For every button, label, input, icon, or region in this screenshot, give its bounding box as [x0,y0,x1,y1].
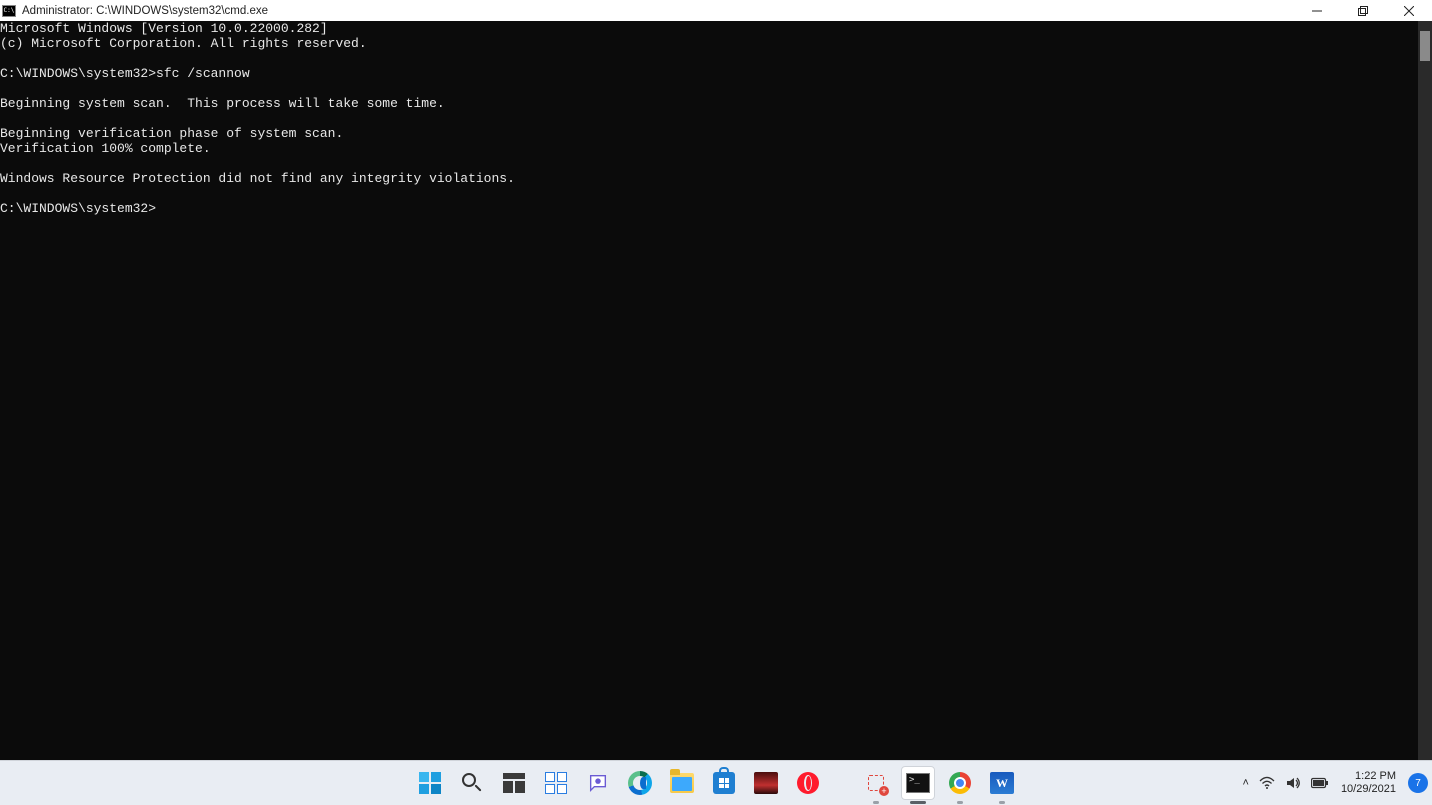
terminal-output[interactable]: Microsoft Windows [Version 10.0.22000.28… [0,21,1418,760]
microsoft-store-icon [713,772,735,794]
scrollbar-thumb[interactable] [1420,31,1430,61]
maximize-button[interactable] [1340,0,1386,21]
minimize-button[interactable] [1294,0,1340,21]
search-icon [461,772,483,794]
edge-icon [628,771,652,795]
widgets-icon [545,772,567,794]
terminal-area: Microsoft Windows [Version 10.0.22000.28… [0,21,1432,760]
chat-button[interactable] [581,766,615,800]
start-button[interactable] [413,766,447,800]
system-tray: ˄ 1:22 PM 10/29/2021 7 [1243,761,1429,805]
edge-button[interactable] [623,766,657,800]
start-icon [419,772,441,794]
opera-button[interactable] [791,766,825,800]
chrome-button[interactable] [943,766,977,800]
file-explorer-button[interactable] [665,766,699,800]
app-red-button[interactable] [749,766,783,800]
task-view-icon [503,773,525,793]
opera-icon [797,772,819,794]
taskbar: + W ˄ 1:22 PM 10/29/2021 7 [0,760,1432,805]
clock[interactable]: 1:22 PM 10/29/2021 [1339,770,1398,796]
chrome-icon [949,772,971,794]
scrollbar-track[interactable] [1418,21,1432,760]
microsoft-store-button[interactable] [707,766,741,800]
battery-icon [1311,777,1329,789]
search-button[interactable] [455,766,489,800]
close-icon [1404,6,1414,16]
word-icon: W [990,772,1014,794]
widgets-button[interactable] [539,766,573,800]
cmd-window-icon [2,5,16,17]
notification-badge[interactable]: 7 [1408,773,1428,793]
maximize-icon [1358,6,1368,16]
window-controls [1294,0,1432,21]
file-explorer-icon [670,773,694,793]
volume-icon [1285,776,1301,790]
minimize-icon [1312,6,1322,16]
snip-sketch-icon: + [865,772,887,794]
tray-status-icons[interactable] [1259,776,1329,790]
snip-sketch-button[interactable]: + [859,766,893,800]
title-bar: Administrator: C:\WINDOWS\system32\cmd.e… [0,0,1432,21]
wifi-icon [1259,776,1275,790]
taskbar-center: + W [413,761,1019,805]
clock-date: 10/29/2021 [1341,783,1396,796]
close-button[interactable] [1386,0,1432,21]
title-bar-left: Administrator: C:\WINDOWS\system32\cmd.e… [0,5,268,17]
command-prompt-icon [906,773,930,793]
window-title: Administrator: C:\WINDOWS\system32\cmd.e… [22,5,268,17]
chat-icon [587,772,609,794]
command-prompt-button[interactable] [901,766,935,800]
app-red-icon [754,772,778,794]
clock-time: 1:22 PM [1355,770,1396,783]
tray-overflow-button[interactable]: ˄ [1243,777,1249,789]
task-view-button[interactable] [497,766,531,800]
word-button[interactable]: W [985,766,1019,800]
